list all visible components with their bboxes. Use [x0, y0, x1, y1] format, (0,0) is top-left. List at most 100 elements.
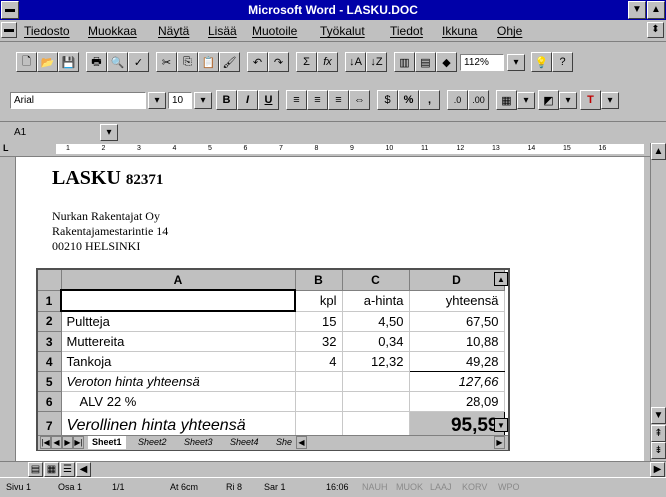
borders-dropdown-icon[interactable]: ▾ [517, 92, 535, 109]
page-layout-view-icon[interactable]: ▦ [44, 462, 59, 477]
menu-ohje[interactable]: Ohje [497, 24, 522, 38]
align-right-icon[interactable]: ≡ [328, 90, 349, 110]
table-cell[interactable]: Muttereita [61, 331, 296, 352]
next-sheet-icon[interactable]: ▶ [62, 436, 73, 449]
menu-muotoile[interactable]: Muotoile [252, 24, 297, 38]
new-document-icon[interactable]: 🗋 [16, 52, 37, 72]
table-cell[interactable] [342, 391, 410, 412]
table-cell[interactable]: 15 [295, 311, 343, 332]
zoom-field[interactable]: 112% [460, 54, 504, 71]
previous-page-icon[interactable]: ⇞ [651, 425, 666, 442]
previous-sheet-icon[interactable]: ◀ [51, 436, 62, 449]
undo-icon[interactable]: ↶ [247, 52, 268, 72]
menu-tyokalut[interactable]: Työkalut [320, 24, 365, 38]
decrease-decimal-icon[interactable]: .00 [468, 90, 489, 110]
table-cell[interactable]: 10,88 [409, 331, 505, 352]
paste-icon[interactable]: 📋 [198, 52, 219, 72]
font-color-icon[interactable]: T [580, 90, 601, 110]
tab-scroll-left-icon[interactable]: ◀ [296, 436, 307, 449]
scroll-left-icon[interactable]: ◀ [76, 462, 91, 477]
table-cell[interactable]: 4,50 [342, 311, 410, 332]
table-cell[interactable]: a-hinta [342, 290, 410, 312]
table-cell[interactable]: Pultteja [61, 311, 296, 332]
sheet-tab[interactable]: Sheet1 [88, 436, 126, 449]
function-wizard-icon[interactable]: fx [317, 52, 338, 72]
menu-ikkuna[interactable]: Ikkuna [442, 24, 477, 38]
help-pointer-icon[interactable]: ? [552, 52, 573, 72]
maximize-icon[interactable]: ▲ [647, 1, 665, 19]
table-cell[interactable]: ALV 22 % [61, 391, 296, 412]
table-cell[interactable] [295, 391, 343, 412]
menu-nayta[interactable]: Näytä [158, 24, 189, 38]
zoom-dropdown-icon[interactable]: ▾ [507, 54, 525, 71]
table-cell[interactable]: Tankoja [61, 351, 296, 372]
open-icon[interactable]: 📂 [37, 52, 58, 72]
save-icon[interactable]: 💾 [58, 52, 79, 72]
italic-button[interactable]: I [237, 90, 258, 110]
vertical-scrollbar[interactable]: ▲ ▼ ⇞ ⇟ [650, 143, 666, 461]
cut-icon[interactable]: ✂ [156, 52, 177, 72]
embedded-worksheet[interactable]: A B C D 1 kpl a-hinta yhteensä 2 Pulttej… [36, 268, 510, 451]
table-cell[interactable]: 67,50 [409, 311, 505, 332]
table-cell[interactable]: 28,09 [409, 391, 505, 412]
tab-scroll-right-icon[interactable]: ▶ [494, 436, 505, 449]
select-all-corner[interactable] [38, 270, 62, 291]
tip-wizard-icon[interactable]: 💡 [531, 52, 552, 72]
align-center-icon[interactable]: ≡ [307, 90, 328, 110]
first-sheet-icon[interactable]: |◀ [40, 436, 51, 449]
merge-center-icon[interactable]: ⇔ [349, 90, 370, 110]
document-menu-icon[interactable]: ▬ [1, 22, 17, 38]
normal-view-icon[interactable]: ▤ [28, 462, 43, 477]
autosum-icon[interactable]: Σ [296, 52, 317, 72]
cell-a1[interactable] [60, 289, 296, 312]
last-sheet-icon[interactable]: ▶| [73, 436, 84, 449]
spelling-icon[interactable]: ✓ [128, 52, 149, 72]
sheet-tab[interactable]: Sheet2 [134, 436, 171, 449]
sheet-tab[interactable]: Sheet4 [226, 436, 263, 449]
bold-button[interactable]: B [216, 90, 237, 110]
table-cell[interactable]: 4 [295, 351, 343, 372]
drawing-icon[interactable]: ◆ [436, 52, 457, 72]
table-cell[interactable]: 49,28 [409, 351, 505, 372]
sort-descending-icon[interactable]: ↓Z [366, 52, 387, 72]
row-header[interactable]: 1 [38, 290, 62, 312]
row-header[interactable]: 3 [38, 331, 62, 352]
fill-color-dropdown-icon[interactable]: ▾ [559, 92, 577, 109]
table-cell[interactable] [342, 371, 410, 392]
next-page-icon[interactable]: ⇟ [651, 442, 666, 459]
table-cell[interactable]: 12,32 [342, 351, 410, 372]
scroll-up-icon[interactable]: ▲ [651, 143, 666, 160]
row-header[interactable]: 2 [38, 311, 62, 332]
table-cell[interactable]: 0,34 [342, 331, 410, 352]
increase-decimal-icon[interactable]: .0 [447, 90, 468, 110]
table-cell[interactable]: yhteensä [409, 290, 505, 312]
sheet-scroll-down-icon[interactable]: ▼ [494, 418, 508, 432]
percent-button[interactable]: % [398, 90, 419, 110]
tab-stop-icon[interactable]: L [3, 143, 13, 153]
column-header[interactable]: C [342, 270, 410, 291]
align-left-icon[interactable]: ≡ [286, 90, 307, 110]
print-preview-icon[interactable]: 🔍 [107, 52, 128, 72]
column-header[interactable]: B [295, 270, 343, 291]
borders-icon[interactable]: ▦ [496, 90, 517, 110]
column-header[interactable]: A [61, 270, 296, 291]
table-cell[interactable] [295, 371, 343, 392]
sheet-scroll-up-icon[interactable]: ▲ [494, 272, 508, 286]
currency-icon[interactable]: $ [377, 90, 398, 110]
row-header[interactable]: 4 [38, 351, 62, 372]
table-cell[interactable]: 127,66 [409, 371, 505, 392]
scroll-right-icon[interactable]: ▶ [650, 462, 665, 477]
font-color-dropdown-icon[interactable]: ▾ [601, 92, 619, 109]
font-size-field[interactable]: 10 [168, 92, 192, 109]
sheet-tab[interactable]: Sheet3 [180, 436, 217, 449]
fill-color-icon[interactable]: ◩ [538, 90, 559, 110]
chart-wizard-icon[interactable]: ▥ [394, 52, 415, 72]
sort-ascending-icon[interactable]: ↓A [345, 52, 366, 72]
menu-tiedosto[interactable]: Tiedosto [24, 24, 70, 38]
cell-reference-dropdown-icon[interactable]: ▾ [100, 124, 118, 141]
menu-muokkaa[interactable]: Muokkaa [88, 24, 137, 38]
redo-icon[interactable]: ↷ [268, 52, 289, 72]
row-header[interactable]: 6 [38, 391, 62, 412]
table-cell[interactable]: Veroton hinta yhteensä [61, 371, 296, 392]
document-page[interactable]: LASKU 82371 Nurkan Rakentajat Oy Rakenta… [16, 157, 644, 461]
